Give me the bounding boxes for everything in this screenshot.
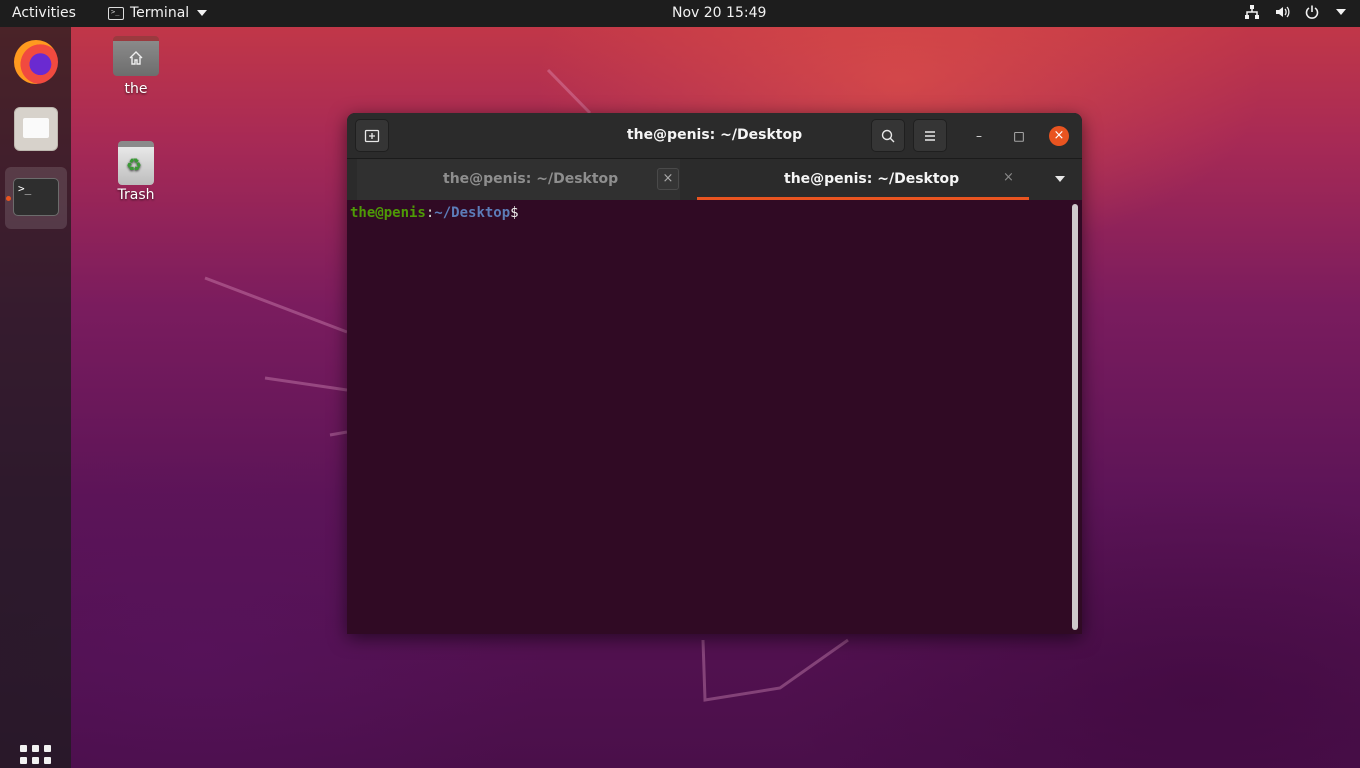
search-button[interactable]	[871, 119, 905, 152]
prompt-user-host: the@penis	[350, 205, 426, 221]
terminal-small-icon: >_	[108, 6, 124, 20]
maximize-button[interactable]: □	[1009, 126, 1029, 146]
activities-button[interactable]: Activities	[12, 5, 76, 21]
home-icon	[129, 51, 143, 65]
tab-bar: the@penis: ~/Desktop × the@penis: ~/Desk…	[347, 159, 1082, 200]
home-folder-icon	[113, 36, 159, 76]
tab-close-icon[interactable]: ×	[1003, 170, 1014, 185]
header-bar[interactable]: the@penis: ~/Desktop – □ ×	[347, 113, 1082, 159]
app-menu[interactable]: >_ Terminal	[108, 5, 208, 21]
dock: >_	[0, 27, 71, 768]
dock-item-terminal[interactable]: >_	[5, 167, 67, 229]
terminal-window[interactable]: the@penis: ~/Desktop – □ × the@penis: ~/…	[347, 113, 1082, 634]
top-bar: Activities >_ Terminal Nov 20 15:49	[0, 0, 1360, 27]
dock-item-files[interactable]	[5, 99, 67, 161]
close-button[interactable]: ×	[1049, 126, 1069, 146]
power-icon[interactable]	[1304, 4, 1320, 20]
chevron-down-icon[interactable]	[1336, 9, 1346, 15]
terminal-output[interactable]: the@penis:~/Desktop$	[347, 200, 1082, 634]
terminal-icon: >_	[13, 178, 59, 216]
dock-item-firefox[interactable]	[5, 31, 67, 93]
app-grid-icon[interactable]	[20, 745, 51, 768]
firefox-icon	[14, 40, 58, 84]
tab-close-icon[interactable]: ×	[657, 168, 679, 190]
menu-button[interactable]	[913, 119, 947, 152]
system-tray[interactable]	[1244, 4, 1346, 20]
network-icon[interactable]	[1244, 4, 1260, 20]
running-indicator	[6, 196, 11, 201]
prompt-symbol: $	[510, 205, 519, 221]
volume-icon[interactable]	[1274, 4, 1290, 20]
chevron-down-icon	[197, 10, 208, 16]
desktop-icon-label: the	[124, 81, 148, 97]
app-menu-label: Terminal	[130, 5, 190, 21]
trash-icon: ♻	[118, 141, 154, 185]
search-icon	[881, 129, 895, 142]
tab-list-dropdown-icon[interactable]	[1055, 176, 1065, 182]
scrollbar[interactable]	[1072, 204, 1078, 630]
tab-label: the@penis: ~/Desktop	[784, 171, 960, 187]
clock[interactable]: Nov 20 15:49	[672, 5, 766, 21]
desktop-icon-home[interactable]: the	[96, 36, 176, 97]
hamburger-icon	[925, 130, 935, 141]
files-icon	[14, 107, 58, 151]
recycle-icon: ♻	[126, 155, 143, 176]
desktop-icon-trash[interactable]: ♻ Trash	[96, 141, 176, 203]
prompt-path: ~/Desktop	[434, 205, 511, 221]
shell-prompt: the@penis:~/Desktop$	[350, 205, 519, 221]
desktop-icon-label: Trash	[117, 187, 155, 203]
tab-label: the@penis: ~/Desktop	[443, 171, 619, 187]
tab-2-active[interactable]: the@penis: ~/Desktop ×	[697, 159, 1029, 200]
minimize-button[interactable]: –	[969, 126, 989, 146]
tab-1[interactable]: the@penis: ~/Desktop ×	[357, 159, 680, 200]
